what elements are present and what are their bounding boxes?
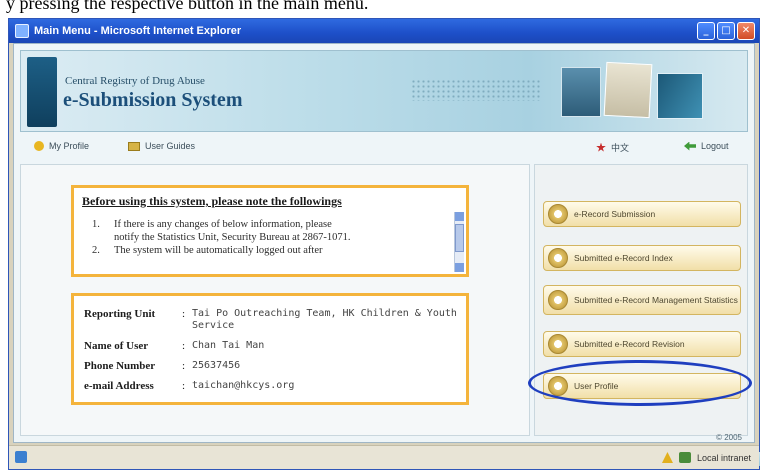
maximize-button[interactable]: □ — [717, 22, 735, 40]
nav-chinese-label: 中文 — [611, 143, 630, 153]
submitted-e-record-revision-button[interactable]: Submitted e-Record Revision — [543, 331, 741, 357]
phone-value: 25637456 — [192, 360, 241, 371]
scroll-up-icon[interactable] — [455, 212, 464, 221]
email-row: e-mail Address : taichan@hkcys.org — [84, 380, 462, 392]
reporting-unit-value: Tai Po Outreaching Team, HK Children & Y… — [192, 308, 457, 331]
separator: : — [182, 340, 186, 352]
notice-item: 2. The system will be automatically logge… — [92, 244, 452, 257]
banner-image-left — [27, 57, 57, 127]
banner-image-1 — [561, 67, 601, 117]
revision-icon — [548, 334, 568, 354]
browser-window: Main Menu - Microsoft Internet Explorer … — [8, 18, 760, 470]
highlight-ellipse — [528, 360, 752, 406]
user-name-row: Name of User : Chan Tai Man — [84, 340, 462, 352]
e-record-submission-button[interactable]: e-Record Submission — [543, 201, 741, 227]
copyright: © 2005 — [716, 433, 742, 442]
intranet-icon — [678, 452, 691, 463]
user-name-label: Name of User — [84, 340, 149, 352]
phone-row: Phone Number : 25637456 — [84, 360, 462, 372]
status-zone: Local intranet — [661, 452, 751, 463]
email-value: taichan@hkcys.org — [192, 380, 295, 391]
notice-box: Before using this system, please note th… — [71, 185, 469, 277]
notice-list[interactable]: 1. If there is any changes of below infor… — [92, 218, 452, 270]
separator: : — [182, 380, 186, 392]
nav-logout-label: Logout — [701, 141, 729, 151]
phone-label: Phone Number — [84, 360, 156, 372]
profile-icon — [34, 141, 44, 151]
submitted-e-record-statistics-button[interactable]: Submitted e-Record Management Statistics — [543, 285, 741, 315]
banner-dot-pattern — [411, 79, 541, 101]
notice-item: 1. If there is any changes of below infor… — [92, 218, 452, 231]
separator: : — [182, 360, 186, 372]
scroll-thumb[interactable] — [455, 224, 464, 252]
minimize-button[interactable]: _ — [697, 22, 715, 40]
separator: : — [182, 308, 186, 320]
nav-logout[interactable]: Logout — [684, 141, 729, 151]
submitted-e-record-index-button[interactable]: Submitted e-Record Index — [543, 245, 741, 271]
nav-user-guides-label: User Guides — [145, 141, 196, 151]
notice-item-number: 1. — [92, 219, 100, 230]
menu-label: Submitted e-Record Revision — [574, 338, 685, 349]
title-bar[interactable]: Main Menu - Microsoft Internet Explorer … — [9, 19, 759, 43]
page-content: Central Registry of Drug Abuse e-Submiss… — [13, 43, 760, 466]
info-panel: Before using this system, please note th… — [20, 164, 530, 436]
registry-name: Central Registry of Drug Abuse — [65, 75, 205, 87]
guide-icon — [128, 141, 140, 151]
menu-label: Submitted e-Record Index — [574, 252, 673, 263]
menu-label: Submitted e-Record Management Statistics — [574, 294, 738, 305]
banner-image-2 — [603, 61, 653, 119]
notice-item-number: 2. — [92, 245, 100, 256]
user-name-value: Chan Tai Man — [192, 340, 265, 351]
header-banner: Central Registry of Drug Abuse e-Submiss… — [20, 50, 748, 132]
notice-item-line: If there is any changes of below informa… — [114, 219, 332, 230]
close-button[interactable]: ✕ — [737, 22, 755, 40]
document-icon — [548, 204, 568, 224]
scroll-down-icon[interactable] — [455, 263, 464, 272]
email-label: e-mail Address — [84, 380, 154, 392]
banner-image-3 — [657, 73, 703, 119]
menu-label: e-Record Submission — [574, 208, 656, 219]
notice-scrollbar[interactable] — [454, 212, 464, 272]
index-icon — [548, 248, 568, 268]
status-bar: Local intranet — [9, 445, 759, 469]
language-icon — [596, 142, 606, 152]
page-icon — [15, 451, 27, 463]
ie-icon — [15, 24, 29, 38]
user-info-box: Reporting Unit : Tai Po Outreaching Team… — [71, 293, 469, 405]
nav-chinese[interactable]: 中文 — [596, 141, 629, 154]
nav-user-guides[interactable]: User Guides — [128, 141, 195, 151]
notice-title: Before using this system, please note th… — [82, 194, 342, 208]
window-title: Main Menu - Microsoft Internet Explorer — [34, 25, 242, 37]
window-controls: _ □ ✕ — [697, 22, 755, 40]
zone-label: Local intranet — [696, 452, 751, 463]
logout-icon — [684, 141, 696, 151]
reporting-unit-label: Reporting Unit — [84, 308, 156, 320]
nav-my-profile-label: My Profile — [49, 141, 90, 151]
warning-icon — [661, 452, 673, 463]
statistics-icon — [548, 290, 568, 310]
nav-my-profile[interactable]: My Profile — [34, 141, 89, 151]
caption-text: y pressing the respective button in the … — [6, 0, 369, 13]
notice-item-continued: notify the Statistics Unit, Security Bur… — [114, 232, 351, 243]
nav-bar: My Profile User Guides 中文 Logout — [20, 136, 748, 160]
system-title: e-Submission System — [63, 89, 243, 111]
reporting-unit-row: Reporting Unit : Tai Po Outreaching Team… — [84, 308, 462, 332]
notice-item-line: The system will be automatically logged … — [114, 245, 323, 256]
